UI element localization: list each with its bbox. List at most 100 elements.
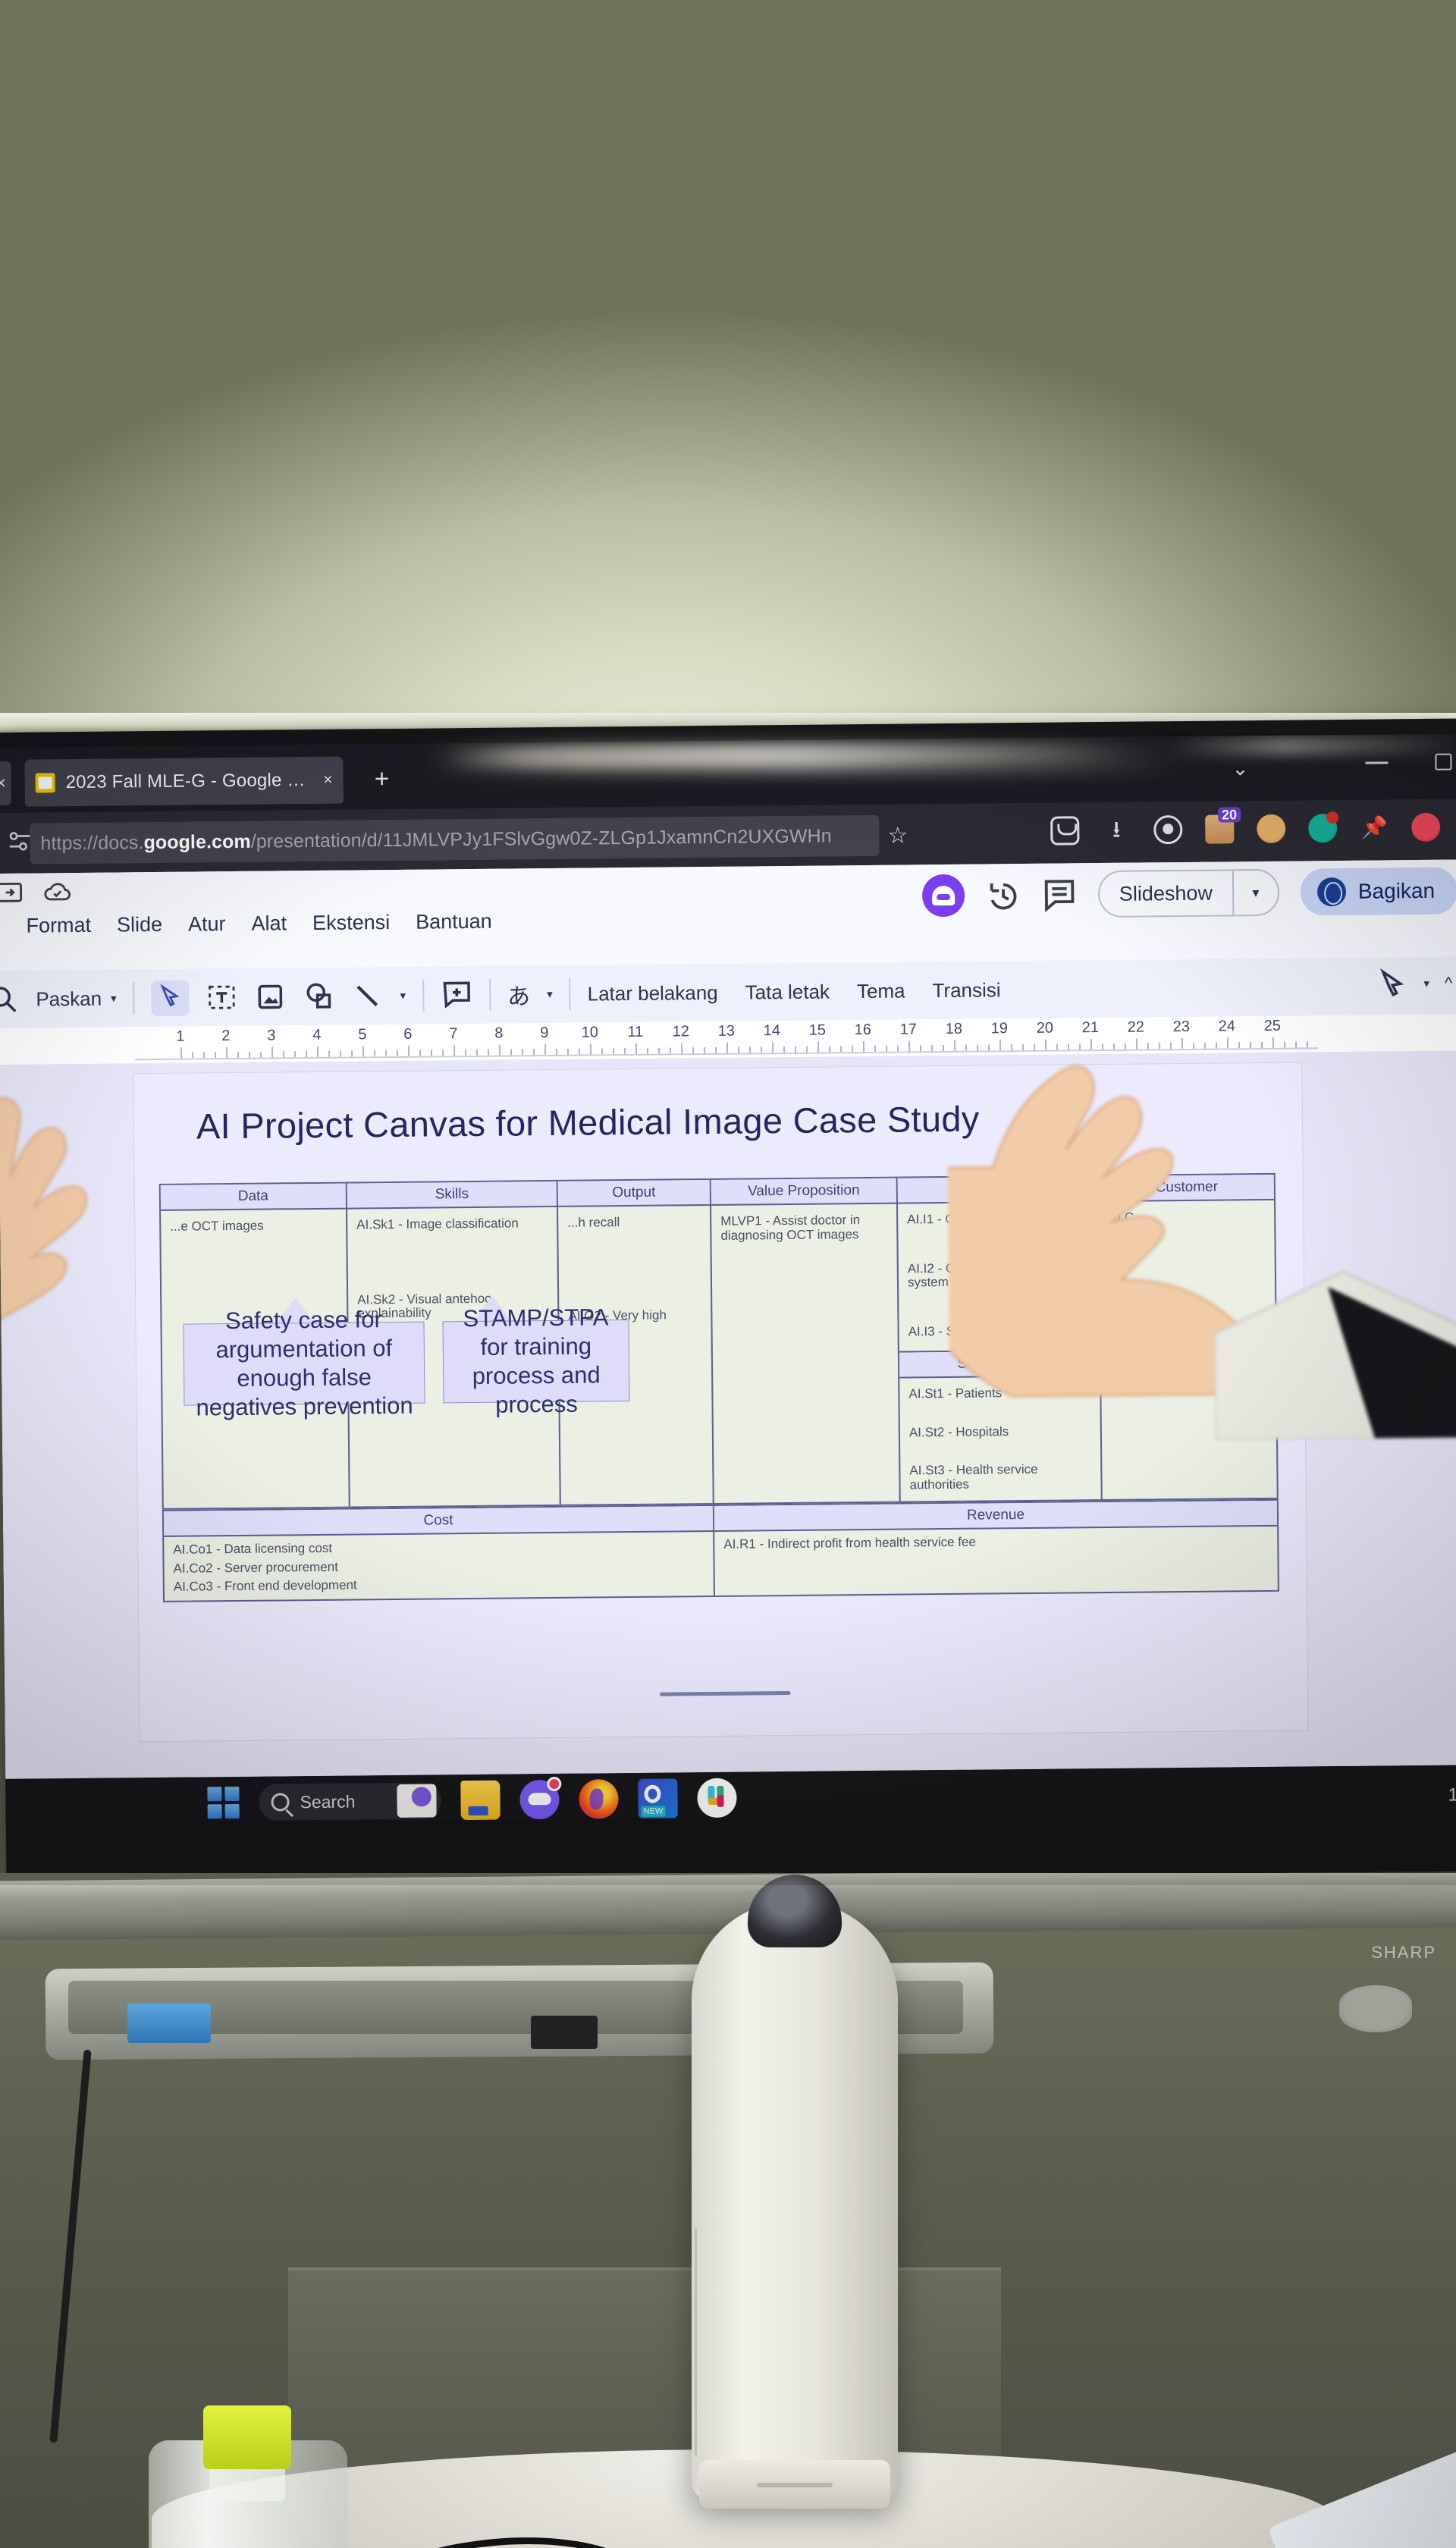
bookmark-star-icon[interactable]: ☆ bbox=[887, 822, 908, 849]
canvas-column-value-proposition[interactable]: Value Proposition MLVP1 - Assist doctor … bbox=[709, 1176, 901, 1505]
url-input[interactable]: https://docs.google.com/presentation/d/1… bbox=[30, 814, 880, 864]
menu-item-atur[interactable]: Atur bbox=[188, 912, 226, 936]
slideshow-button[interactable]: Slideshow ▾ bbox=[1097, 868, 1280, 918]
chevron-down-icon[interactable]: ▾ bbox=[400, 989, 406, 1003]
firefox-icon[interactable] bbox=[579, 1779, 619, 1825]
ruler-tick bbox=[1203, 1042, 1207, 1049]
running-indicator bbox=[536, 1822, 544, 1825]
select-tool-icon bbox=[160, 983, 180, 1006]
chevron-down-icon[interactable]: ⌄ bbox=[1232, 757, 1248, 780]
discord-notification-badge bbox=[547, 1776, 562, 1792]
ruler-tick bbox=[680, 1043, 683, 1054]
close-icon[interactable]: × bbox=[323, 771, 332, 789]
safety-case-callout[interactable]: Safety case for argumentation of enough … bbox=[183, 1307, 425, 1420]
transition-button[interactable]: Transisi bbox=[932, 978, 1000, 1003]
canvas-column-stakeholders[interactable]: Stakeholders AI.St1 - Patients AI.St2 - … bbox=[897, 1349, 1103, 1503]
ruler-number: 22 bbox=[1127, 1018, 1145, 1036]
ruler-tick bbox=[943, 1045, 945, 1052]
pocket-icon[interactable] bbox=[1050, 816, 1080, 846]
canvas-column-integration[interactable]: Integration AI.I1 - Client side applicat… bbox=[896, 1175, 1101, 1353]
ruler-number: 18 bbox=[945, 1020, 963, 1037]
column-header-skills: Skills bbox=[347, 1181, 557, 1210]
menu-item-bantuan[interactable]: Bantuan bbox=[416, 910, 492, 934]
line-tool-icon[interactable] bbox=[351, 980, 383, 1012]
screen-reflection bbox=[443, 741, 1126, 768]
chevron-down-icon[interactable]: ▾ bbox=[1232, 868, 1279, 917]
google-meet-avatar[interactable] bbox=[921, 874, 965, 918]
layout-button[interactable]: Tata letak bbox=[745, 980, 830, 1004]
ruler-tick bbox=[397, 1050, 399, 1056]
menu-item-ekstensi[interactable]: Ekstensi bbox=[312, 911, 390, 935]
canvas-item: AI.St1 - Patients bbox=[908, 1385, 1003, 1401]
canvas-row-revenue[interactable]: Revenue AI.R1 - Indirect profit from hea… bbox=[712, 1498, 1279, 1597]
monkey-extension-icon[interactable] bbox=[1257, 814, 1286, 844]
stamp-stpa-callout[interactable]: STAMP/STPA for training process and proc… bbox=[442, 1304, 630, 1418]
account-icon[interactable] bbox=[1153, 814, 1183, 845]
chevron-down-icon[interactable]: ▾ bbox=[111, 991, 117, 1005]
menu-item-alat[interactable]: Alat bbox=[251, 912, 287, 935]
chevron-down-icon[interactable]: ▾ bbox=[1423, 977, 1429, 990]
ruler-tick bbox=[237, 1051, 240, 1058]
ruler-tick bbox=[374, 1050, 376, 1057]
active-tab[interactable]: 2023 Fall MLE-G - Google Slide × bbox=[24, 756, 344, 807]
menu-item-an[interactable]: an bbox=[0, 915, 1, 938]
ruler-tick bbox=[692, 1047, 695, 1054]
chevron-down-icon[interactable]: ▾ bbox=[547, 987, 553, 1001]
paste-dropdown[interactable]: Paskan ▾ bbox=[36, 987, 117, 1011]
background-button[interactable]: Latar belakang bbox=[588, 981, 718, 1006]
slide-title[interactable]: AI Project Canvas for Medical Image Case… bbox=[196, 1098, 980, 1147]
grammarly-icon[interactable] bbox=[1308, 814, 1338, 843]
collapse-toolbar-icon[interactable]: ^ bbox=[1445, 974, 1453, 993]
downloads-icon[interactable]: ⭳ bbox=[1102, 816, 1131, 845]
ruler-tick bbox=[340, 1050, 342, 1057]
speaker-control-strip[interactable] bbox=[757, 2483, 833, 2487]
menu-item-slide[interactable]: Slide bbox=[117, 913, 162, 937]
input-tools-icon[interactable]: あ bbox=[507, 977, 530, 1011]
background-tab[interactable]: ✕ bbox=[0, 761, 11, 806]
taskbar-clock[interactable]: 1/ bbox=[1448, 1784, 1456, 1806]
taskbar-search-box[interactable]: Search bbox=[259, 1782, 441, 1821]
cloud-saved-icon[interactable] bbox=[44, 879, 71, 905]
thumbtack-extension-icon[interactable]: 📌 bbox=[1360, 813, 1389, 842]
ruler-tick bbox=[852, 1046, 854, 1053]
ruler-number: 19 bbox=[990, 1020, 1009, 1037]
remote-control bbox=[531, 2016, 598, 2049]
maximize-button[interactable] bbox=[1435, 753, 1452, 770]
ruler-number: 8 bbox=[494, 1025, 504, 1042]
select-tool-button[interactable] bbox=[151, 980, 190, 1016]
laser-pointer-icon[interactable] bbox=[1376, 968, 1408, 999]
version-history-icon[interactable] bbox=[986, 877, 1021, 912]
ruler-number: 6 bbox=[403, 1025, 413, 1043]
slide-sheet[interactable]: AI Project Canvas for Medical Image Case… bbox=[133, 1062, 1308, 1742]
power-button[interactable] bbox=[1339, 1985, 1412, 2032]
comment-tool-icon[interactable] bbox=[441, 979, 472, 1011]
canvas-column-customer[interactable]: Customer AI.C... bbox=[1097, 1172, 1279, 1502]
ruler-tick bbox=[556, 1048, 558, 1055]
ruler-tick bbox=[328, 1050, 331, 1057]
minimize-button[interactable] bbox=[1365, 761, 1389, 764]
textbox-tool-icon[interactable] bbox=[206, 981, 237, 1013]
ruler-tick bbox=[385, 1050, 388, 1057]
file-explorer-icon[interactable] bbox=[460, 1780, 500, 1821]
ruler-tick bbox=[1022, 1044, 1025, 1051]
red-extension-icon[interactable] bbox=[1411, 812, 1441, 843]
close-icon[interactable]: ✕ bbox=[0, 775, 7, 791]
windows-start-icon[interactable] bbox=[207, 1786, 240, 1819]
outlook-new-icon[interactable]: NEW bbox=[638, 1778, 678, 1825]
discord-icon[interactable] bbox=[519, 1776, 562, 1825]
notification-extension-icon[interactable]: 20 bbox=[1205, 807, 1241, 844]
share-button[interactable]: Bagikan bbox=[1300, 867, 1456, 916]
menu-item-format[interactable]: Format bbox=[26, 914, 91, 938]
theme-button[interactable]: Tema bbox=[857, 979, 905, 1003]
comments-icon[interactable] bbox=[1042, 877, 1077, 912]
image-tool-icon[interactable] bbox=[254, 981, 286, 1012]
ruler-number: 12 bbox=[672, 1023, 690, 1040]
search-icon[interactable] bbox=[0, 984, 20, 1015]
ruler-tick bbox=[601, 1048, 604, 1055]
new-tab-button[interactable]: + bbox=[365, 764, 398, 797]
present-icon[interactable] bbox=[0, 880, 23, 905]
screen-reflection bbox=[1163, 735, 1456, 757]
slack-icon[interactable] bbox=[697, 1778, 737, 1825]
canvas-row-cost[interactable]: Cost AI.Co1 - Data licensing cost AI.Co2… bbox=[162, 1504, 715, 1602]
shape-tool-icon[interactable] bbox=[303, 981, 334, 1012]
